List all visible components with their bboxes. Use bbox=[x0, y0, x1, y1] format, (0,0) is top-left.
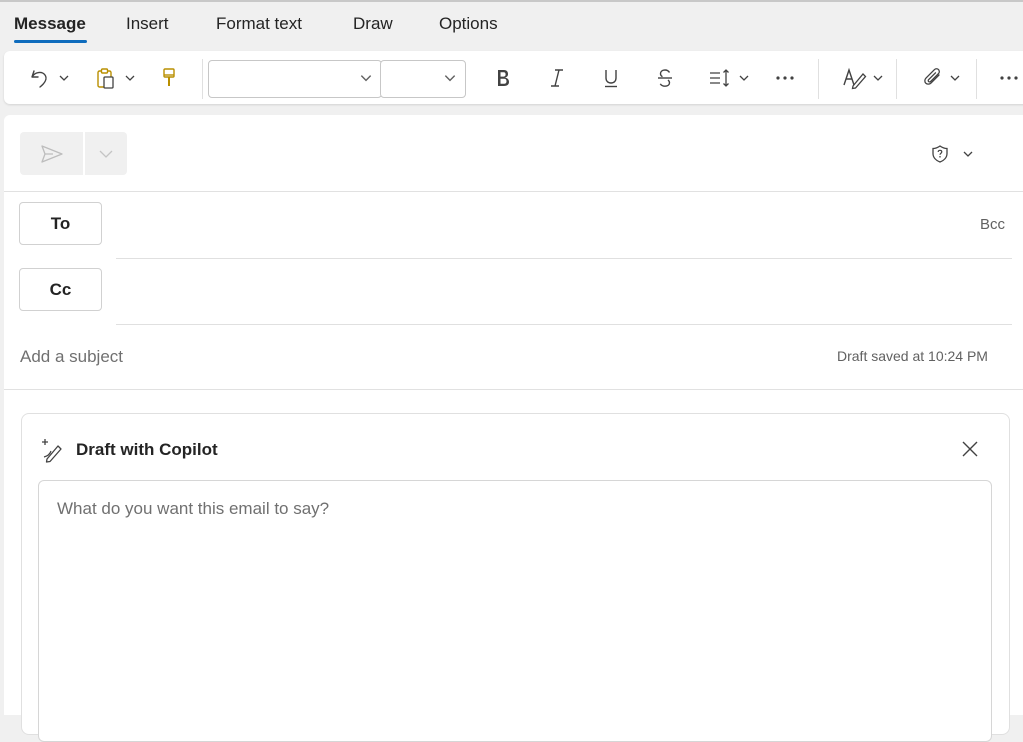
strikethrough-icon bbox=[658, 69, 672, 87]
chevron-down-icon bbox=[59, 75, 69, 81]
ribbon-tabs: Message Insert Format text Draw Options bbox=[0, 2, 1023, 48]
paragraph-icon bbox=[710, 69, 729, 87]
format-painter-button[interactable] bbox=[154, 63, 184, 93]
to-field-line bbox=[116, 258, 1012, 259]
compose-panel: To Bcc Cc Add a subject Draft saved at 1… bbox=[4, 115, 1023, 742]
close-icon bbox=[962, 441, 978, 457]
bcc-button[interactable]: Bcc bbox=[980, 216, 1005, 233]
format-painter-icon bbox=[163, 68, 175, 86]
chevron-down-icon bbox=[950, 75, 960, 81]
cc-field-line bbox=[116, 324, 1012, 325]
undo-button[interactable] bbox=[24, 63, 74, 93]
tab-message[interactable]: Message bbox=[14, 14, 86, 34]
overflow-menu-button[interactable] bbox=[994, 63, 1023, 93]
toolbar-separator bbox=[896, 59, 897, 99]
subject-input[interactable]: Add a subject bbox=[20, 347, 123, 367]
signature-icon bbox=[843, 67, 867, 90]
paste-icon bbox=[97, 68, 114, 89]
italic-button[interactable] bbox=[542, 63, 572, 93]
to-button[interactable]: To bbox=[19, 202, 102, 245]
sensitivity-button[interactable] bbox=[930, 143, 990, 165]
font-name-dropdown[interactable] bbox=[208, 60, 382, 98]
italic-icon bbox=[551, 69, 563, 87]
font-size-dropdown[interactable] bbox=[380, 60, 466, 98]
attach-file-button[interactable] bbox=[914, 63, 968, 93]
chevron-down-icon bbox=[873, 75, 883, 81]
tab-draw[interactable]: Draw bbox=[353, 14, 393, 34]
send-options-button[interactable] bbox=[85, 132, 127, 175]
ribbon-toolbar bbox=[4, 51, 1023, 104]
subject-divider bbox=[4, 389, 1023, 390]
toolbar-separator bbox=[976, 59, 977, 99]
cc-button[interactable]: Cc bbox=[19, 268, 102, 311]
draft-status: Draft saved at 10:24 PM bbox=[837, 348, 988, 364]
copilot-prompt-box bbox=[38, 480, 992, 742]
toolbar-separator bbox=[202, 59, 203, 99]
paste-button[interactable] bbox=[90, 63, 140, 93]
send-button[interactable] bbox=[20, 132, 83, 175]
signature-button[interactable] bbox=[836, 63, 890, 93]
line-spacing-button[interactable] bbox=[704, 63, 754, 93]
undo-icon bbox=[31, 70, 47, 88]
strikethrough-button[interactable] bbox=[650, 63, 680, 93]
header-divider bbox=[4, 191, 1023, 192]
chevron-down-icon bbox=[963, 151, 973, 157]
tab-insert[interactable]: Insert bbox=[126, 14, 169, 34]
copilot-draft-card: Draft with Copilot bbox=[21, 413, 1010, 742]
underline-button[interactable] bbox=[596, 63, 626, 93]
tab-format-text[interactable]: Format text bbox=[216, 14, 302, 34]
more-options-icon bbox=[776, 76, 794, 80]
active-tab-indicator bbox=[14, 40, 87, 43]
more-formatting-button[interactable] bbox=[770, 63, 800, 93]
copilot-close-button[interactable] bbox=[960, 439, 980, 464]
chevron-down-icon bbox=[444, 75, 456, 82]
send-icon bbox=[40, 144, 63, 163]
toolbar-separator bbox=[818, 59, 819, 99]
copilot-title: Draft with Copilot bbox=[76, 440, 218, 459]
bold-button[interactable] bbox=[488, 63, 518, 93]
chevron-down-icon bbox=[360, 75, 372, 82]
chevron-down-icon bbox=[125, 75, 135, 81]
attach-icon bbox=[924, 68, 940, 85]
underline-icon bbox=[605, 70, 617, 88]
sensitivity-shield-icon bbox=[932, 145, 948, 163]
chevron-down-icon bbox=[99, 150, 113, 158]
copilot-prompt-input[interactable] bbox=[39, 481, 991, 741]
overflow-icon bbox=[1000, 76, 1018, 80]
copilot-pen-sparkle-icon bbox=[42, 439, 62, 463]
send-button-group bbox=[20, 132, 127, 175]
chevron-down-icon bbox=[739, 75, 749, 81]
bold-icon bbox=[498, 70, 509, 86]
tab-options[interactable]: Options bbox=[439, 14, 498, 34]
